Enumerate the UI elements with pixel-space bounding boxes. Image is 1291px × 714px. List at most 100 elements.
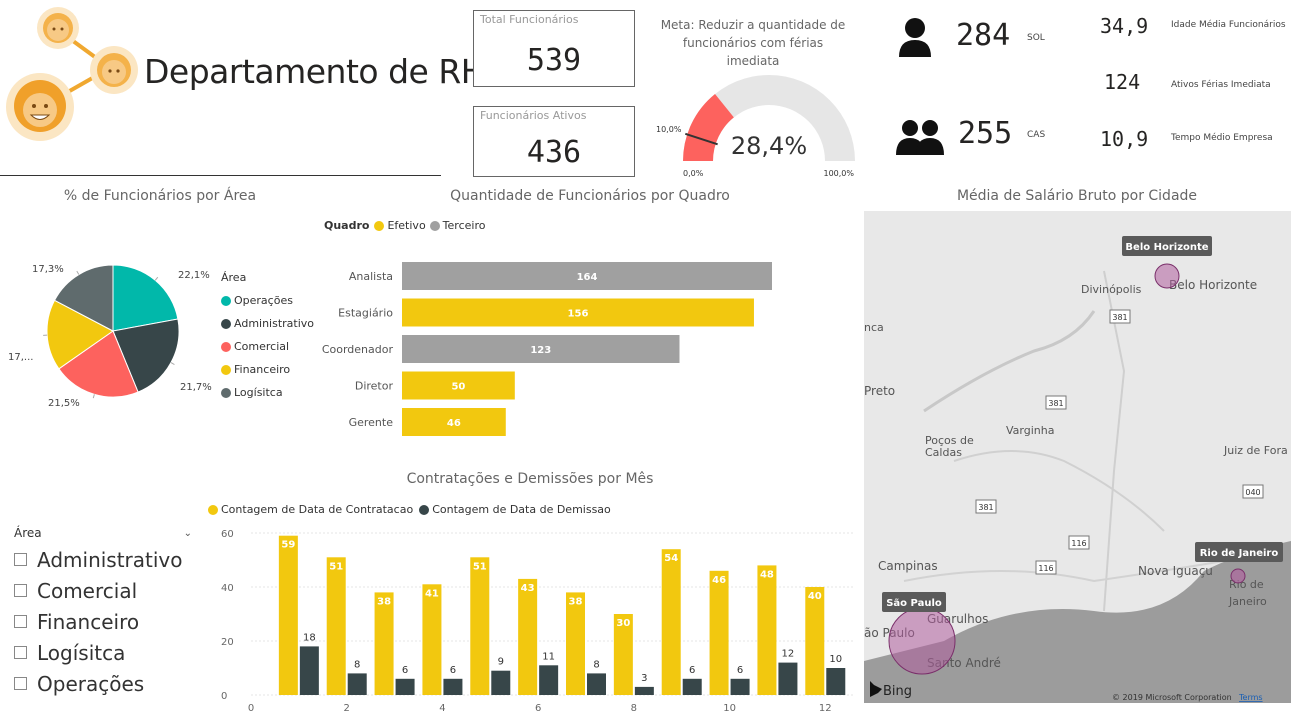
bar[interactable] bbox=[661, 549, 681, 695]
combo-legend: Contagem de Data de Contratacao Contagem… bbox=[208, 503, 611, 516]
bar-data-label: 41 bbox=[425, 588, 439, 599]
gauge-value: 28,4% bbox=[731, 132, 807, 160]
bar[interactable] bbox=[566, 592, 585, 695]
slicer-item-label: Operações bbox=[37, 671, 145, 696]
bar[interactable] bbox=[826, 668, 846, 695]
bar[interactable] bbox=[470, 557, 490, 695]
map-place: Nova Iguaçu bbox=[1138, 564, 1213, 578]
map-city-label: Rio de Janeiro bbox=[1200, 548, 1279, 559]
bar-category-label: Coordenador bbox=[322, 343, 394, 356]
bar[interactable] bbox=[778, 662, 798, 695]
bar-data-label: 12 bbox=[782, 649, 795, 660]
bar[interactable] bbox=[299, 646, 319, 695]
map-city-label: São Paulo bbox=[886, 598, 942, 609]
slicer-item-label: Financeiro bbox=[37, 609, 140, 634]
slicer-title: Área bbox=[14, 526, 42, 540]
salary-map[interactable]: Divinópolis Belo Horizonte Preto Poços d… bbox=[864, 211, 1291, 703]
card-value: 539 bbox=[526, 43, 582, 78]
bar[interactable] bbox=[587, 673, 606, 695]
map-terms-link[interactable]: Terms bbox=[1238, 693, 1263, 702]
avg-age-label: Idade Média Funcionários bbox=[1171, 20, 1286, 30]
bar-data-label: 164 bbox=[577, 272, 598, 283]
x-tick-label: 12 bbox=[819, 703, 832, 714]
map-place: Janeiro bbox=[1228, 595, 1267, 608]
bar-data-label: 43 bbox=[521, 583, 535, 594]
map-place: Preto bbox=[864, 384, 895, 398]
map-bubble-rio-de-janeiro[interactable] bbox=[1230, 568, 1246, 584]
pie-leader-line bbox=[76, 270, 80, 275]
active-employees-card: Funcionários Ativos 436 bbox=[473, 106, 635, 177]
y-tick-label: 40 bbox=[221, 583, 234, 594]
svg-text:040: 040 bbox=[1245, 488, 1260, 497]
map-title: Média de Salário Bruto por Cidade bbox=[956, 188, 1198, 204]
legend-swatch bbox=[221, 364, 231, 375]
map-place: Juiz de Fora bbox=[1223, 444, 1288, 457]
face-icon bbox=[90, 46, 138, 94]
person-icon bbox=[899, 18, 931, 57]
checkbox-icon[interactable] bbox=[14, 615, 27, 628]
pie-leader-line bbox=[92, 394, 95, 399]
bar-legend: Quadro Efetivo Terceiro bbox=[324, 219, 485, 232]
checkbox-icon[interactable] bbox=[14, 646, 27, 659]
bar[interactable] bbox=[422, 584, 442, 695]
checkbox-icon[interactable] bbox=[14, 584, 27, 597]
pie-data-label: 21,7% bbox=[180, 382, 212, 393]
road-marker: 381 bbox=[975, 499, 997, 514]
map-canvas: Divinópolis Belo Horizonte Preto Poços d… bbox=[864, 211, 1291, 703]
pie-data-label: 17,3% bbox=[32, 264, 64, 275]
bar[interactable] bbox=[374, 592, 394, 695]
total-employees-card: Total Funcionários 539 bbox=[473, 10, 635, 87]
bar-data-label: 6 bbox=[450, 665, 456, 676]
bar-data-label: 30 bbox=[616, 618, 630, 629]
slicer-item[interactable]: Operações bbox=[14, 668, 192, 699]
bar[interactable] bbox=[539, 665, 559, 695]
card-label: Total Funcionários bbox=[480, 13, 579, 26]
bar-data-label: 123 bbox=[530, 345, 551, 356]
gauge-chart: 28,4% 10,0% 0,0% 100,0% bbox=[656, 75, 855, 178]
checkbox-icon[interactable] bbox=[14, 677, 27, 690]
bar-data-label: 51 bbox=[473, 561, 487, 572]
slicer-item[interactable]: Logísitca bbox=[14, 637, 192, 668]
bar-data-label: 8 bbox=[593, 659, 599, 670]
quadro-bar-chart: Analista 164 Estagiário 156 Coordenador 123 Di… bbox=[322, 262, 772, 436]
bar[interactable] bbox=[518, 578, 538, 695]
bar[interactable] bbox=[709, 570, 729, 695]
vacation-label: Ativos Férias Imediata bbox=[1171, 80, 1271, 90]
page-title: Departamento de RH bbox=[144, 52, 486, 91]
bar[interactable] bbox=[634, 686, 654, 695]
bar[interactable] bbox=[395, 678, 415, 695]
pie-leader-line bbox=[170, 362, 175, 365]
bar[interactable] bbox=[443, 678, 463, 695]
bar-data-label: 50 bbox=[451, 382, 465, 393]
slicer-item[interactable]: Administrativo bbox=[14, 544, 192, 575]
road-marker: 040 bbox=[1242, 484, 1264, 499]
bar-title: Quantidade de Funcionários por Quadro bbox=[450, 188, 730, 204]
svg-text:381: 381 bbox=[1048, 399, 1063, 408]
vacation-value: 124 bbox=[1104, 70, 1141, 94]
bar[interactable] bbox=[682, 678, 702, 695]
x-tick-label: 6 bbox=[535, 703, 541, 714]
bar[interactable] bbox=[347, 673, 367, 695]
bar[interactable] bbox=[278, 535, 298, 695]
road-marker: 116 bbox=[1035, 560, 1057, 575]
checkbox-icon[interactable] bbox=[14, 553, 27, 566]
legend-label: Comercial bbox=[234, 340, 290, 353]
slicer-item[interactable]: Financeiro bbox=[14, 606, 192, 637]
map-bubble-sao-paulo[interactable] bbox=[888, 607, 956, 675]
slicer-item[interactable]: Comercial bbox=[14, 575, 192, 606]
map-bubble-belo-horizonte[interactable] bbox=[1154, 263, 1180, 289]
bar-data-label: 6 bbox=[402, 665, 408, 676]
pie-data-label: 17,... bbox=[8, 352, 33, 363]
bar[interactable] bbox=[326, 557, 346, 695]
pie-leader-line bbox=[154, 276, 159, 281]
map-place: Caldas bbox=[925, 446, 962, 459]
bar[interactable] bbox=[491, 670, 511, 695]
bar[interactable] bbox=[730, 678, 750, 695]
chevron-down-icon[interactable]: ⌄ bbox=[184, 528, 192, 539]
legend-label: Terceiro bbox=[442, 219, 486, 232]
bar[interactable] bbox=[805, 587, 825, 695]
bar-data-label: 18 bbox=[303, 632, 316, 643]
svg-text:381: 381 bbox=[1112, 313, 1127, 322]
legend-swatch bbox=[221, 387, 231, 398]
bar[interactable] bbox=[757, 565, 777, 695]
